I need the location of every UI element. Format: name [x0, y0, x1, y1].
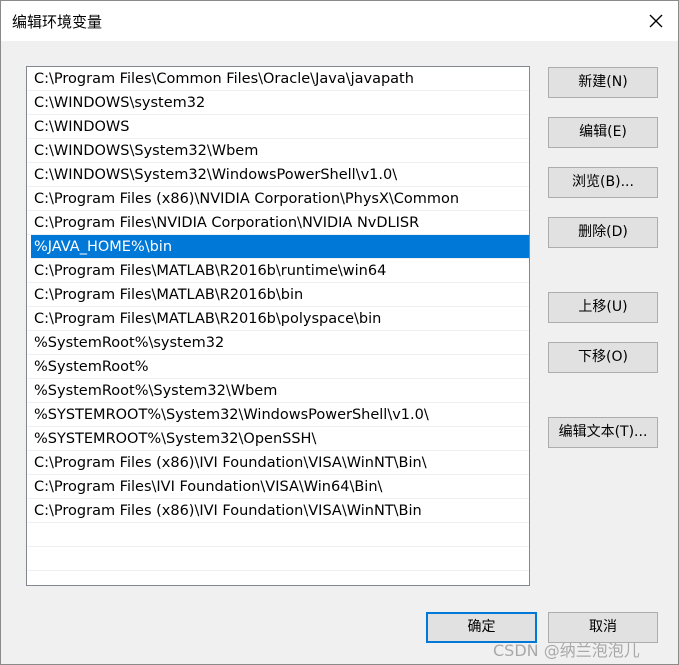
path-list-item[interactable]: C:\Program Files (x86)\NVIDIA Corporatio… [27, 187, 529, 211]
path-list-item[interactable]: C:\Program Files\IVI Foundation\VISA\Win… [27, 475, 529, 499]
path-list-item[interactable]: C:\Program Files (x86)\IVI Foundation\VI… [27, 451, 529, 475]
path-list-item[interactable]: %JAVA_HOME%\bin [31, 235, 529, 259]
path-list-item[interactable]: C:\Program Files\MATLAB\R2016b\runtime\w… [27, 259, 529, 283]
path-list-item[interactable]: %SYSTEMROOT%\System32\OpenSSH\ [27, 427, 529, 451]
path-list-item[interactable]: %SYSTEMROOT%\System32\WindowsPowerShell\… [27, 403, 529, 427]
path-list-item[interactable]: C:\WINDOWS\system32 [27, 91, 529, 115]
path-list-empty-row[interactable] [27, 547, 529, 571]
path-list-item[interactable]: C:\WINDOWS\System32\Wbem [27, 139, 529, 163]
dialog-title: 编辑环境变量 [12, 13, 103, 31]
path-list[interactable]: C:\Program Files\Common Files\Oracle\Jav… [26, 66, 530, 586]
path-list-item[interactable]: C:\Program Files\MATLAB\R2016b\bin [27, 283, 529, 307]
path-list-item[interactable]: C:\WINDOWS [27, 115, 529, 139]
path-list-item[interactable]: C:\Program Files (x86)\IVI Foundation\VI… [27, 499, 529, 523]
path-list-item[interactable]: %SystemRoot%\system32 [27, 331, 529, 355]
path-list-item[interactable]: %SystemRoot%\System32\Wbem [27, 379, 529, 403]
move-up-button[interactable]: 上移(U) [548, 292, 658, 323]
browse-button[interactable]: 浏览(B)... [548, 167, 658, 198]
move-down-button[interactable]: 下移(O) [548, 342, 658, 373]
path-list-item[interactable]: C:\Program Files\NVIDIA Corporation\NVID… [27, 211, 529, 235]
close-button[interactable] [642, 7, 670, 35]
path-list-item[interactable]: C:\WINDOWS\System32\WindowsPowerShell\v1… [27, 163, 529, 187]
title-bar: 编辑环境变量 [1, 1, 678, 41]
path-list-item[interactable]: C:\Program Files\MATLAB\R2016b\polyspace… [27, 307, 529, 331]
watermark: CSDN @纳兰泡泡儿 [493, 641, 640, 660]
new-button[interactable]: 新建(N) [548, 67, 658, 98]
path-list-empty-row[interactable] [27, 523, 529, 547]
edit-button[interactable]: 编辑(E) [548, 117, 658, 148]
path-list-item[interactable]: %SystemRoot% [27, 355, 529, 379]
path-list-item[interactable]: C:\Program Files\Common Files\Oracle\Jav… [27, 67, 529, 91]
edit-env-var-dialog: 编辑环境变量 C:\Program Files\Common Files\Ora… [0, 0, 679, 665]
edit-text-button[interactable]: 编辑文本(T)... [548, 417, 658, 448]
close-icon [649, 14, 663, 28]
delete-button[interactable]: 删除(D) [548, 217, 658, 248]
